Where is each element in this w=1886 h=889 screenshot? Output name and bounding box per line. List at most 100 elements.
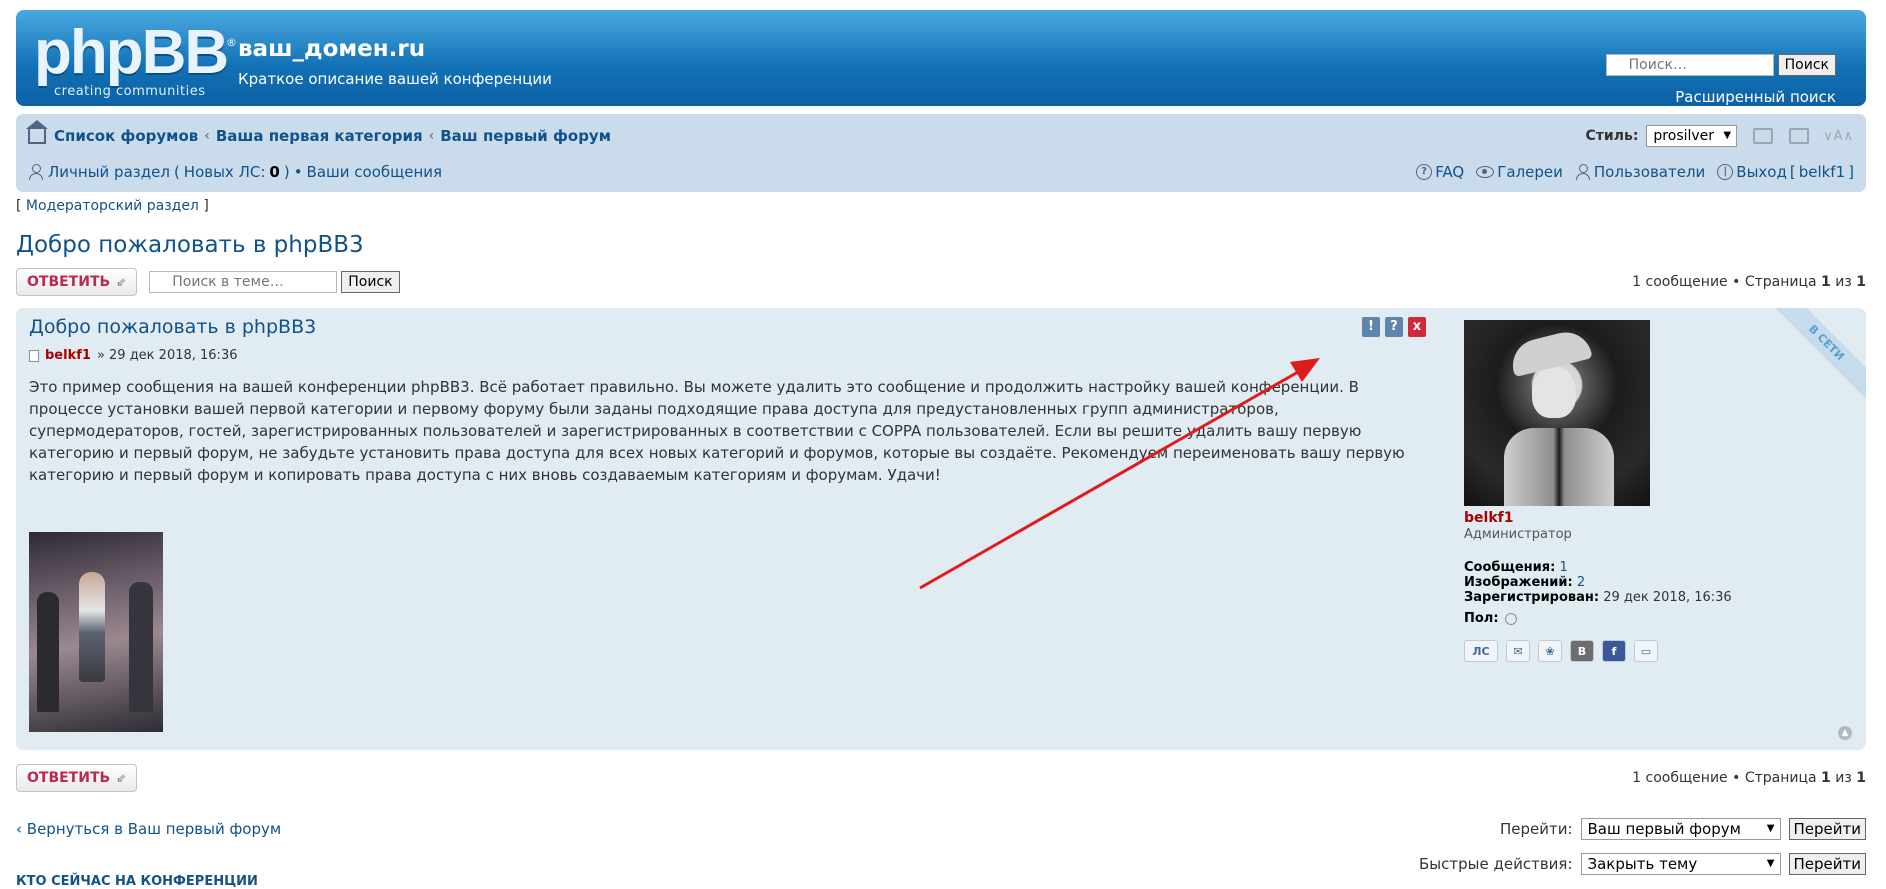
- breadcrumb-separator: ‹: [204, 128, 210, 144]
- own-posts-link[interactable]: Ваши сообщения: [307, 163, 443, 181]
- navbar-row-links: Личный раздел (Новых ЛС: 0) • Ваши сообщ…: [28, 160, 1854, 184]
- bullet-separator: •: [293, 163, 303, 181]
- faq-item[interactable]: ? FAQ: [1416, 163, 1464, 181]
- gender-icon: [1504, 612, 1517, 625]
- font-size-icon[interactable]: ∨A∧: [1823, 129, 1854, 144]
- quick-mod-go-button[interactable]: Перейти: [1788, 853, 1866, 875]
- reply-button[interactable]: ОТВЕТИТЬ ⇙: [16, 268, 138, 296]
- topic-search: Поиск: [149, 271, 400, 293]
- galleries-item[interactable]: Галереи: [1476, 163, 1563, 181]
- members-link[interactable]: Пользователи: [1594, 163, 1705, 181]
- faq-link[interactable]: FAQ: [1435, 163, 1464, 181]
- attachment-figure: [37, 592, 59, 712]
- pm-open-paren: (: [173, 163, 180, 181]
- moderator-panel-link-wrap: [ Модераторский раздел ]: [16, 198, 209, 214]
- site-logo[interactable]: phpBB creating communities ®: [34, 22, 237, 102]
- attachment-image[interactable]: [29, 532, 163, 732]
- reply-label: ОТВЕТИТЬ: [27, 770, 111, 786]
- report-icon[interactable]: !: [1362, 317, 1380, 337]
- pagination-count: 1 сообщение: [1632, 770, 1728, 786]
- eye-icon: [1476, 166, 1495, 178]
- ucp-link[interactable]: Личный раздел: [48, 163, 170, 181]
- topic-search-input[interactable]: [149, 271, 338, 293]
- facebook-icon[interactable]: f: [1602, 640, 1626, 662]
- reply-arrow-icon: ⇙: [116, 275, 127, 289]
- home-icon[interactable]: [26, 120, 48, 144]
- action-bar-bottom: ОТВЕТИТЬ ⇙ 1 сообщение • Страница 1 из 1: [16, 762, 1866, 794]
- reply-label: ОТВЕТИТЬ: [27, 274, 111, 290]
- vk-icon[interactable]: В: [1570, 640, 1594, 662]
- logout-bracket-open: [: [1789, 163, 1796, 181]
- profile-images-value[interactable]: 2: [1577, 575, 1585, 590]
- website-icon[interactable]: ▭: [1634, 640, 1658, 662]
- header-search-button[interactable]: Поиск: [1777, 54, 1836, 76]
- header-search-input[interactable]: [1605, 54, 1774, 76]
- members-icon: [1575, 164, 1591, 180]
- navbar-row-breadcrumbs: Список форумов ‹ Ваша первая категория ‹…: [26, 120, 1854, 148]
- pm-link[interactable]: Новых ЛС:: [184, 163, 266, 181]
- jump-select[interactable]: Ваш первый форум: [1580, 818, 1781, 840]
- header-bar: phpBB creating communities ® ваш_домен.r…: [16, 10, 1866, 106]
- breadcrumb-category[interactable]: Ваша первая категория: [216, 127, 423, 145]
- pagination-count: 1 сообщение: [1632, 274, 1728, 290]
- style-label: Стиль:: [1585, 128, 1639, 144]
- jump-box: Перейти: Ваш первый форум Перейти: [1500, 818, 1866, 840]
- power-icon: |: [1717, 164, 1734, 180]
- breadcrumb-separator: ‹: [428, 128, 435, 144]
- profile-images: Изображений: 2: [1464, 575, 1844, 590]
- pagination: 1 сообщение • Страница 1 из 1: [1632, 274, 1866, 290]
- moderator-panel-link[interactable]: Модераторский раздел: [26, 198, 199, 214]
- avatar[interactable]: [1464, 320, 1650, 506]
- logout-bracket-close: ]: [1848, 163, 1854, 181]
- quick-mod-label: Быстрые действия:: [1419, 855, 1573, 873]
- quick-mod-select[interactable]: Закрыть тему: [1580, 853, 1781, 875]
- pagination-page-label: Страница: [1744, 770, 1817, 786]
- pagination-bottom: 1 сообщение • Страница 1 из 1: [1632, 770, 1866, 786]
- profile-username[interactable]: belkf1: [1464, 510, 1844, 526]
- jump-go-button[interactable]: Перейти: [1788, 818, 1866, 840]
- breadcrumb: Список форумов ‹ Ваша первая категория ‹…: [26, 120, 611, 145]
- email-icon[interactable]: ✉: [1506, 640, 1530, 662]
- return-to-forum-link[interactable]: ‹ Вернуться в Ваш первый форум: [16, 820, 281, 838]
- profile-posts-value[interactable]: 1: [1559, 560, 1567, 575]
- logout-link[interactable]: Выход: [1736, 163, 1787, 181]
- pm-icon[interactable]: ЛС: [1464, 640, 1498, 662]
- galleries-link[interactable]: Галереи: [1497, 163, 1563, 181]
- profile-registered: Зарегистрирован: 29 дек 2018, 16:36: [1464, 590, 1844, 605]
- chevron-left-icon: ‹: [16, 820, 22, 838]
- print-icon[interactable]: [1753, 128, 1774, 144]
- members-item[interactable]: Пользователи: [1575, 163, 1705, 181]
- delete-icon[interactable]: x: [1408, 317, 1426, 337]
- breadcrumb-forum[interactable]: Ваш первый форум: [440, 127, 611, 145]
- post-link-icon[interactable]: [29, 349, 39, 362]
- topic-search-button[interactable]: Поиск: [341, 271, 400, 293]
- header-search-wrap: [1605, 54, 1774, 76]
- info-icon[interactable]: ?: [1385, 317, 1403, 337]
- logout-username[interactable]: belkf1: [1799, 163, 1845, 181]
- post-title[interactable]: Добро пожаловать в phpBB3: [29, 316, 316, 338]
- email-topic-icon[interactable]: [1789, 128, 1810, 144]
- quick-mod-box: Быстрые действия: Закрыть тему Перейти: [1419, 853, 1866, 875]
- action-bar-top: ОТВЕТИТЬ ⇙ Поиск 1 сообщение • Страница …: [16, 266, 1866, 298]
- attachment-figure: [129, 582, 153, 712]
- page: phpBB creating communities ® ваш_домен.r…: [0, 0, 1886, 889]
- return-link-label: Вернуться в Ваш первый форум: [26, 820, 282, 838]
- reply-button-bottom[interactable]: ОТВЕТИТЬ ⇙: [16, 764, 138, 792]
- icq-icon[interactable]: ❀: [1538, 640, 1562, 662]
- logout-item[interactable]: | Выход [belkf1]: [1717, 163, 1854, 181]
- reply-arrow-icon: ⇙: [116, 771, 127, 785]
- topic-title[interactable]: Добро пожаловать в phpBB3: [16, 232, 364, 258]
- navbar: Список форумов ‹ Ваша первая категория ‹…: [16, 114, 1866, 192]
- post-author-name[interactable]: belkf1: [45, 348, 91, 363]
- pagination-current: 1: [1821, 274, 1831, 290]
- site-title[interactable]: ваш_домен.ru: [238, 36, 425, 62]
- site-description: Краткое описание вашей конференции: [238, 70, 552, 88]
- style-select[interactable]: prosilver: [1646, 125, 1738, 147]
- profile-posts: Сообщения: 1: [1464, 560, 1844, 575]
- advanced-search-link[interactable]: Расширенный поиск: [1675, 88, 1836, 106]
- user-icon: [28, 164, 44, 180]
- breadcrumb-forum-index[interactable]: Список форумов: [54, 127, 198, 145]
- back-to-top-icon[interactable]: ▲: [1838, 726, 1852, 740]
- profile-posts-label: Сообщения:: [1464, 560, 1556, 575]
- pm-close-paren: ): [283, 163, 290, 181]
